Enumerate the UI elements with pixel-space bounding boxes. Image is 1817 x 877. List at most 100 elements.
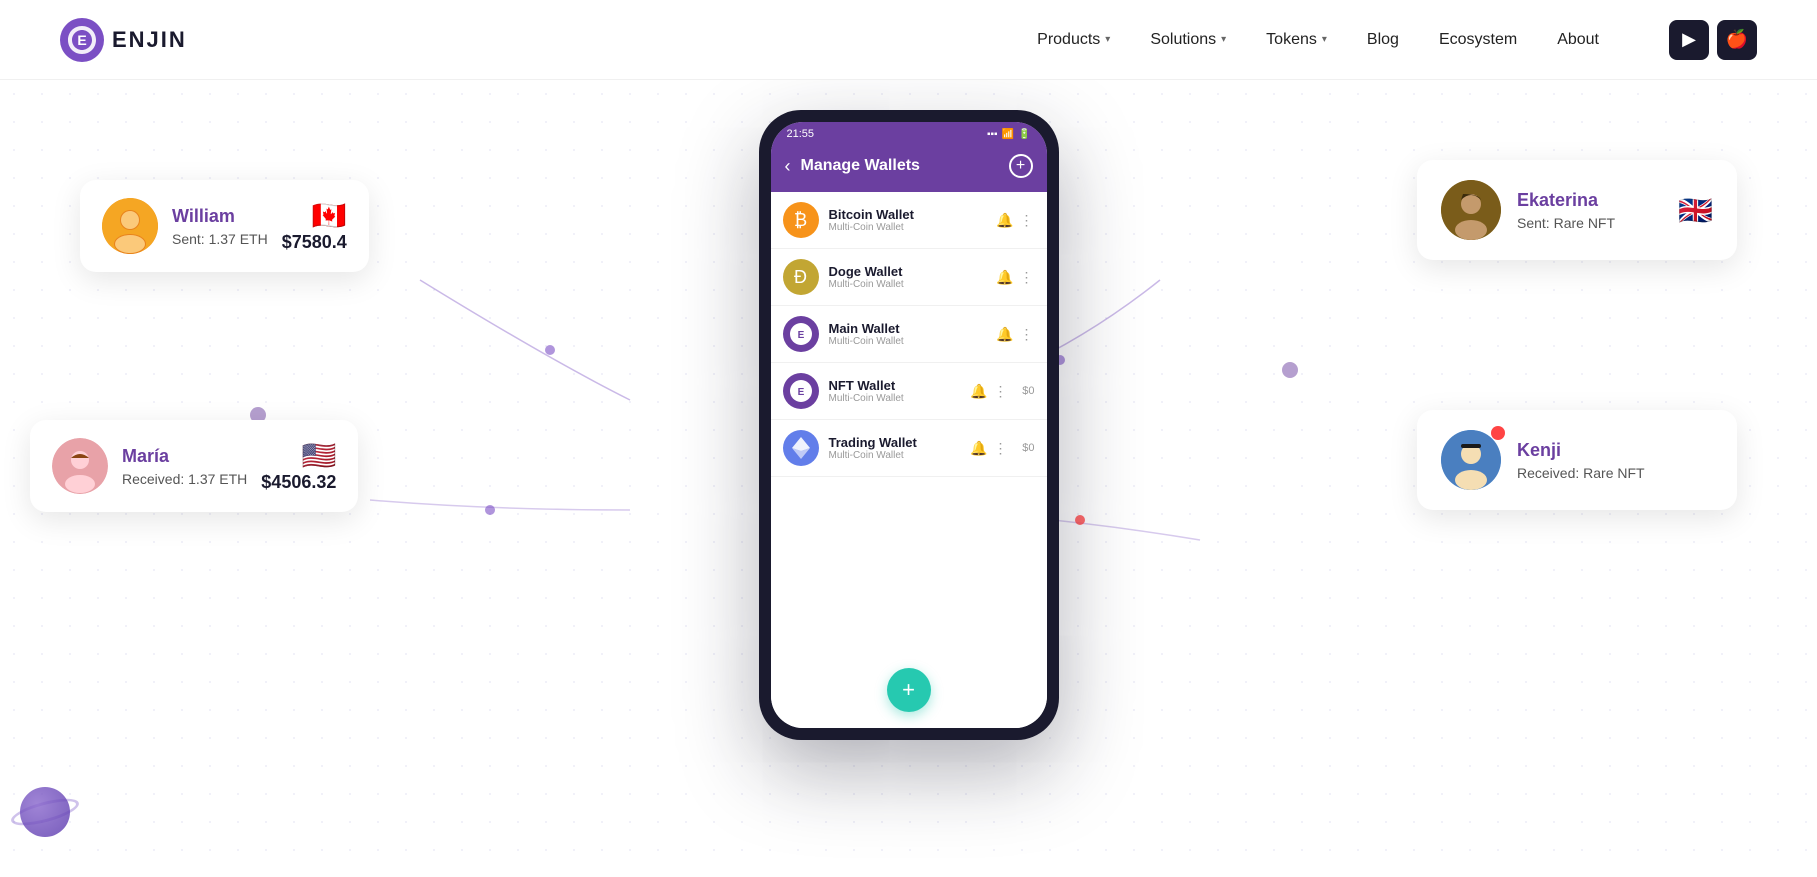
avatar-ekaterina (1441, 180, 1501, 240)
more-icon[interactable]: ⋮ (1020, 326, 1035, 343)
avatar-maria (52, 438, 108, 494)
wallet-item-nft[interactable]: E NFT Wallet Multi-Coin Wallet 🔔 ⋮ $0 (771, 363, 1047, 420)
logo[interactable]: E ENJIN (60, 18, 187, 62)
notif-action-kenji: Received: Rare NFT (1517, 465, 1713, 481)
avatar-william (102, 198, 158, 254)
nav-products[interactable]: Products ▾ (1037, 31, 1110, 49)
card-flag-william: 🇨🇦 (282, 199, 347, 232)
back-button[interactable]: ‹ (785, 156, 791, 177)
wallet-type-doge: Multi-Coin Wallet (829, 279, 987, 290)
svg-text:E: E (797, 387, 804, 398)
wallet-name-trading: Trading Wallet (829, 435, 961, 450)
phone-mockup: 21:55 ▪▪▪ 📶 🔋 ‹ Manage Wallets + (759, 110, 1059, 750)
wallet-name-bitcoin: Bitcoin Wallet (829, 207, 987, 222)
wallet-actions-trading: 🔔 ⋮ $0 (970, 440, 1034, 457)
bell-icon[interactable]: 🔔 (970, 440, 987, 457)
nav-blog[interactable]: Blog (1367, 31, 1399, 49)
store-buttons: ▶ 🍎 (1669, 20, 1757, 60)
notif-content-kenji: Kenji Received: Rare NFT (1517, 440, 1713, 481)
enjin-logo-icon: E (60, 18, 104, 62)
bell-icon[interactable]: 🔔 (996, 326, 1013, 343)
card-maria: María Received: 1.37 ETH 🇺🇸 $4506.32 (30, 420, 358, 512)
wallet-actions-bitcoin: 🔔 ⋮ (996, 212, 1034, 229)
card-kenji: Kenji Received: Rare NFT (1417, 410, 1737, 510)
wallet-item-main[interactable]: E Main Wallet Multi-Coin Wallet 🔔 ⋮ (771, 306, 1047, 363)
bell-icon[interactable]: 🔔 (970, 383, 987, 400)
navbar: E ENJIN Products ▾ Solutions ▾ Tokens ▾ … (0, 0, 1817, 80)
card-content-maria: María Received: 1.37 ETH (122, 446, 247, 487)
doge-icon: Ð (783, 259, 819, 295)
wallet-list: ₿ Bitcoin Wallet Multi-Coin Wallet 🔔 ⋮ Ð (771, 192, 1047, 728)
chevron-down-icon: ▾ (1221, 34, 1226, 45)
add-wallet-button[interactable]: + (1009, 154, 1033, 178)
chevron-down-icon: ▾ (1105, 34, 1110, 45)
card-amount-maria: $4506.32 (261, 472, 336, 493)
planet-deco (20, 787, 70, 837)
chevron-down-icon: ▾ (1322, 34, 1327, 45)
status-bar: 21:55 ▪▪▪ 📶 🔋 (771, 122, 1047, 144)
notif-content-ekaterina: Ekaterina Sent: Rare NFT (1517, 190, 1662, 231)
phone-header: ‹ Manage Wallets + (771, 144, 1047, 192)
phone-screen: 21:55 ▪▪▪ 📶 🔋 ‹ Manage Wallets + (771, 122, 1047, 728)
card-action-maria: Received: 1.37 ETH (122, 471, 247, 487)
card-william: William Sent: 1.37 ETH 🇨🇦 $7580.4 (80, 180, 369, 272)
trading-amount: $0 (1015, 442, 1035, 454)
wallet-info-main: Main Wallet Multi-Coin Wallet (829, 321, 987, 347)
nav-about[interactable]: About (1557, 31, 1599, 49)
nav-tokens[interactable]: Tokens ▾ (1266, 31, 1327, 49)
bell-icon[interactable]: 🔔 (996, 212, 1013, 229)
avatar-wrap-kenji (1441, 430, 1501, 490)
wallet-info-bitcoin: Bitcoin Wallet Multi-Coin Wallet (829, 207, 987, 233)
wallet-type-trading: Multi-Coin Wallet (829, 450, 961, 461)
nav-ecosystem[interactable]: Ecosystem (1439, 31, 1517, 49)
fab-add-button[interactable]: + (887, 668, 931, 712)
hero-section: 21:55 ▪▪▪ 📶 🔋 ‹ Manage Wallets + (0, 80, 1817, 877)
card-name-maria: María (122, 446, 247, 467)
notif-name-ekaterina: Ekaterina (1517, 190, 1662, 211)
nav-links: Products ▾ Solutions ▾ Tokens ▾ Blog Eco… (1037, 20, 1757, 60)
notif-flag-ekaterina: 🇬🇧 (1678, 194, 1713, 227)
wallet-actions-main: 🔔 ⋮ (996, 326, 1034, 343)
card-content-william: William Sent: 1.37 ETH (172, 206, 268, 247)
svg-text:E: E (77, 32, 86, 48)
enjin-icon: E (783, 316, 819, 352)
online-status-dot (1491, 426, 1505, 440)
wifi-icon: 📶 (1002, 129, 1014, 140)
nav-solutions[interactable]: Solutions ▾ (1150, 31, 1226, 49)
google-play-button[interactable]: ▶ (1669, 20, 1709, 60)
wallet-info-nft: NFT Wallet Multi-Coin Wallet (829, 378, 961, 404)
svg-text:E: E (797, 330, 804, 341)
more-icon[interactable]: ⋮ (1020, 269, 1035, 286)
card-amount-william: $7580.4 (282, 232, 347, 253)
card-name-william: William (172, 206, 268, 227)
wallet-name-main: Main Wallet (829, 321, 987, 336)
wallet-type-bitcoin: Multi-Coin Wallet (829, 222, 987, 233)
nft-amount: $0 (1015, 385, 1035, 397)
more-icon[interactable]: ⋮ (1020, 212, 1035, 229)
wallet-item-bitcoin[interactable]: ₿ Bitcoin Wallet Multi-Coin Wallet 🔔 ⋮ (771, 192, 1047, 249)
phone-shell: 21:55 ▪▪▪ 📶 🔋 ‹ Manage Wallets + (759, 110, 1059, 740)
apple-store-button[interactable]: 🍎 (1717, 20, 1757, 60)
enjin-nft-icon: E (783, 373, 819, 409)
bell-icon[interactable]: 🔔 (996, 269, 1013, 286)
eth-icon (783, 430, 819, 466)
wallet-type-main: Multi-Coin Wallet (829, 336, 987, 347)
card-right-maria: 🇺🇸 $4506.32 (261, 439, 336, 493)
wallet-actions-nft: 🔔 ⋮ $0 (970, 383, 1034, 400)
logo-text: ENJIN (112, 27, 187, 53)
wallet-type-nft: Multi-Coin Wallet (829, 393, 961, 404)
more-icon[interactable]: ⋮ (994, 440, 1009, 457)
card-action-william: Sent: 1.37 ETH (172, 231, 268, 247)
battery-icon: 🔋 (1018, 129, 1030, 140)
card-right-william: 🇨🇦 $7580.4 (282, 199, 347, 253)
status-icons: ▪▪▪ 📶 🔋 (987, 129, 1031, 140)
bitcoin-icon: ₿ (783, 202, 819, 238)
status-time: 21:55 (787, 128, 815, 140)
signal-icon: ▪▪▪ (987, 129, 998, 140)
more-icon[interactable]: ⋮ (994, 383, 1009, 400)
card-ekaterina: Ekaterina Sent: Rare NFT 🇬🇧 (1417, 160, 1737, 260)
wallet-item-doge[interactable]: Ð Doge Wallet Multi-Coin Wallet 🔔 ⋮ (771, 249, 1047, 306)
wallet-item-trading[interactable]: Trading Wallet Multi-Coin Wallet 🔔 ⋮ $0 (771, 420, 1047, 477)
wallet-info-trading: Trading Wallet Multi-Coin Wallet (829, 435, 961, 461)
wallet-name-doge: Doge Wallet (829, 264, 987, 279)
